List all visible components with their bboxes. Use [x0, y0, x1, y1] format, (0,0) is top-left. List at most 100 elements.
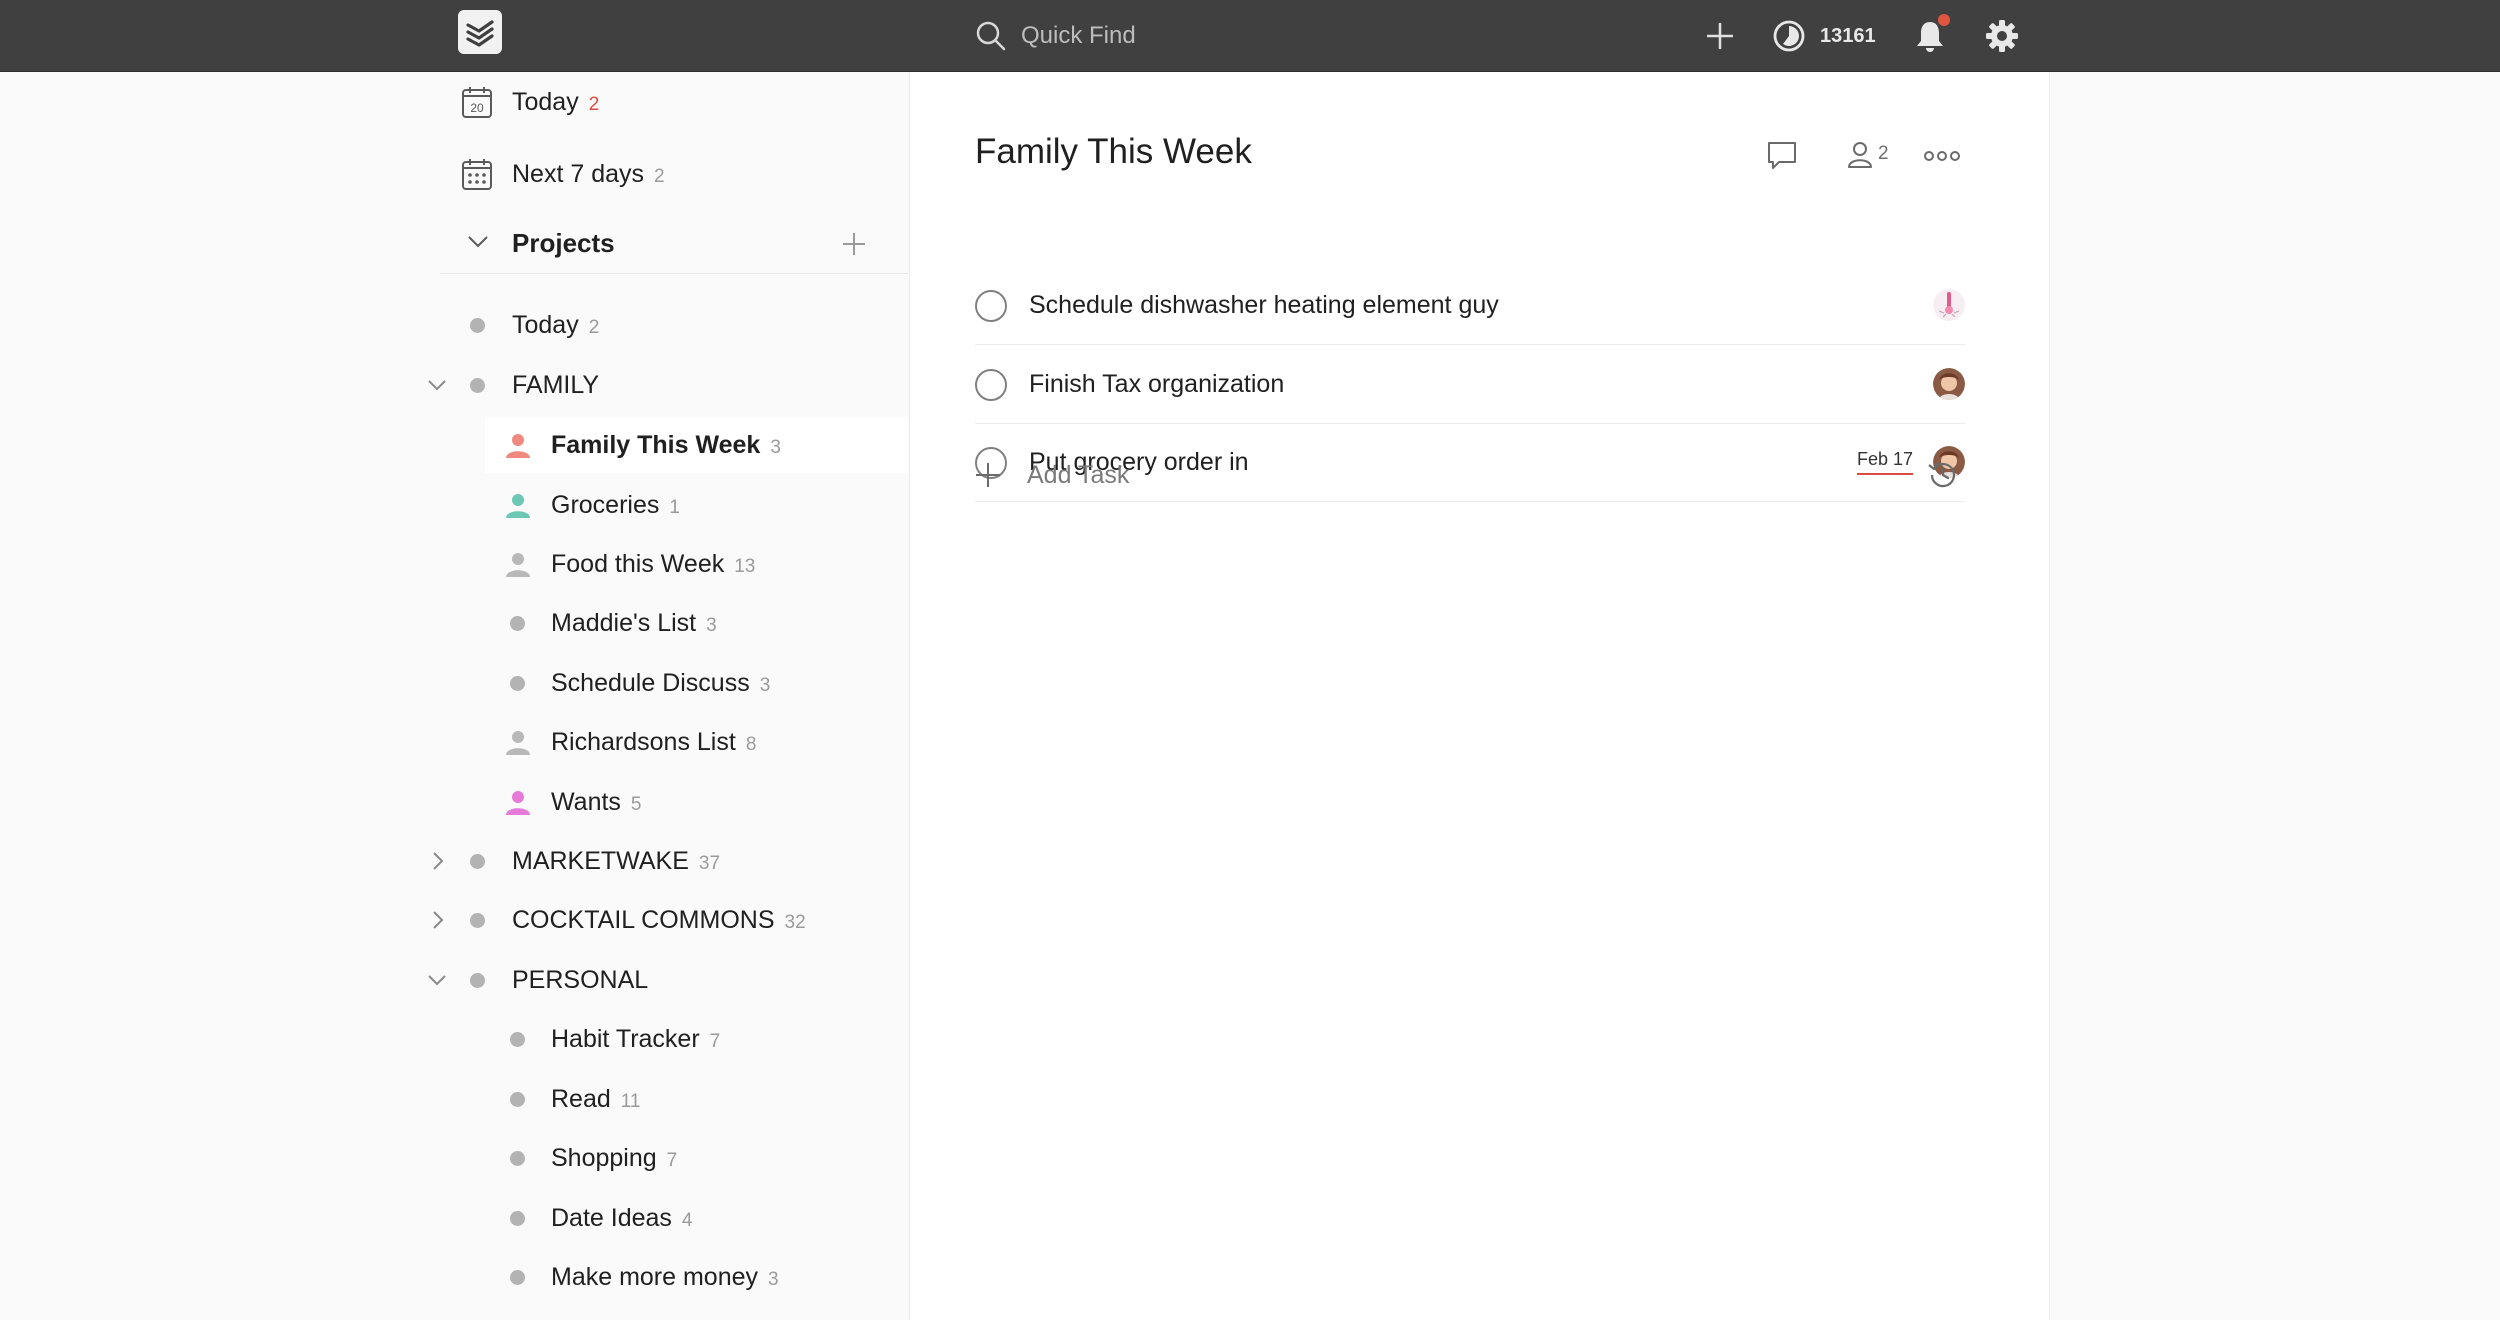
- project-read[interactable]: Read 11: [485, 1071, 965, 1127]
- karma-icon: [1773, 20, 1805, 52]
- project-wants[interactable]: Wants 5: [485, 774, 965, 830]
- project-label: Date Ideas: [551, 1203, 672, 1232]
- project-cocktail-commons[interactable]: COCKTAIL COMMONS 32: [440, 892, 920, 948]
- project-shopping[interactable]: Shopping 7: [485, 1130, 965, 1186]
- filter-today-label: Today: [512, 87, 579, 116]
- due-date[interactable]: Feb 17: [1856, 449, 1913, 475]
- project-make-more-money[interactable]: Make more money 3: [485, 1249, 965, 1305]
- project-count: 7: [709, 1031, 721, 1052]
- search-icon: [976, 21, 1006, 51]
- karma-count: 13161: [1820, 24, 1876, 47]
- task-content[interactable]: Schedule dishwasher heating element guy: [1029, 291, 1499, 320]
- project-family-this-week[interactable]: Family This Week 3: [485, 417, 908, 473]
- person-icon: [505, 432, 531, 458]
- project-dot: [510, 1031, 525, 1047]
- notifications-button[interactable]: [1910, 14, 1950, 58]
- projects-title: Projects: [512, 228, 615, 258]
- project-personal[interactable]: PERSONAL: [440, 952, 920, 1008]
- comment-icon: [1768, 142, 1796, 169]
- project-richardsons-list[interactable]: Richardsons List 8: [485, 714, 965, 770]
- project-label: Read: [551, 1084, 611, 1113]
- karma-button[interactable]: 13161: [1772, 14, 1876, 58]
- person-icon: [505, 729, 531, 755]
- calendar-icon: 20: [460, 84, 494, 120]
- project-count: 3: [759, 675, 771, 696]
- filter-next-7-days-count: 2: [654, 166, 665, 187]
- more-actions-button[interactable]: [1924, 150, 1960, 162]
- project-dot: [510, 1269, 525, 1285]
- project-count: 4: [681, 1210, 693, 1231]
- project-count: 3: [770, 437, 781, 458]
- history-icon: [1928, 462, 1956, 488]
- project-dot: [510, 675, 525, 691]
- activity-history-button[interactable]: [1920, 452, 1966, 498]
- project-count: 32: [784, 912, 806, 933]
- project-count: 3: [706, 615, 717, 636]
- sidebar: 20 Today 2 Next 7 days 2 Projects Today …: [0, 72, 910, 1320]
- project-label: Schedule Discuss: [551, 668, 750, 697]
- plus-icon: [843, 233, 865, 255]
- notification-badge: [1938, 14, 1950, 26]
- project-label: FAMILY: [512, 370, 600, 399]
- filter-today[interactable]: 20 Today 2: [440, 74, 908, 130]
- project-dot: [510, 1150, 525, 1166]
- project-schedule-discuss[interactable]: Schedule Discuss 3: [485, 655, 965, 711]
- project-label: Make more money: [551, 1262, 759, 1291]
- project-today[interactable]: Today 2: [440, 297, 920, 353]
- members-button[interactable]: 2: [1846, 140, 1889, 168]
- project-label: Today: [512, 310, 579, 339]
- filter-next-7-days[interactable]: Next 7 days 2: [440, 146, 908, 202]
- project-dot: [510, 1091, 525, 1107]
- project-dot: [470, 972, 485, 988]
- project-habit-tracker[interactable]: Habit Tracker 7: [485, 1011, 965, 1067]
- project-count: 13: [734, 556, 756, 577]
- add-task-quick-button[interactable]: [1700, 14, 1740, 58]
- project-label: Groceries: [551, 490, 660, 519]
- more-icon: [1924, 151, 1960, 161]
- project-maddies-list[interactable]: Maddie's List 3: [485, 595, 965, 651]
- task-item[interactable]: Finish Tax organization: [975, 346, 1965, 424]
- assignee-avatar[interactable]: [1933, 289, 1965, 321]
- project-dot: [470, 853, 485, 869]
- filter-today-count: 2: [588, 94, 600, 115]
- project-groceries[interactable]: Groceries 1: [485, 477, 965, 533]
- plus-icon: [976, 463, 1000, 487]
- projects-header[interactable]: Projects: [440, 212, 908, 274]
- main-content: Family This Week 2 Schedule dishwasher h…: [910, 72, 2050, 1320]
- project-count: 7: [666, 1150, 678, 1171]
- add-task-label: Add Task: [1027, 460, 1130, 489]
- project-count: 1: [669, 497, 680, 518]
- project-food-this-week[interactable]: Food this Week 13: [485, 536, 965, 592]
- project-marketwake[interactable]: MARKETWAKE 37: [440, 833, 920, 889]
- project-dot: [510, 615, 525, 631]
- add-project-button[interactable]: [840, 230, 868, 258]
- project-family[interactable]: FAMILY: [440, 357, 920, 413]
- task-checkbox[interactable]: [975, 289, 1007, 322]
- plus-icon: [1707, 23, 1733, 49]
- project-label: Family This Week: [551, 430, 761, 459]
- task-content[interactable]: Finish Tax organization: [1029, 370, 1284, 399]
- project-count: 2: [588, 317, 600, 338]
- project-dot: [470, 317, 485, 333]
- task-item[interactable]: Schedule dishwasher heating element guy: [975, 267, 1965, 345]
- quick-find[interactable]: [975, 16, 1535, 56]
- calendar-week-icon: [460, 156, 494, 192]
- filter-next-7-days-label: Next 7 days: [512, 159, 645, 188]
- settings-button[interactable]: [1982, 14, 2022, 58]
- task-checkbox[interactable]: [975, 368, 1007, 401]
- project-count: 11: [620, 1091, 641, 1112]
- assignee-avatar[interactable]: [1933, 368, 1965, 400]
- todoist-logo-icon[interactable]: [458, 10, 502, 54]
- chevron-down-icon[interactable]: [464, 228, 492, 256]
- comments-button[interactable]: [1766, 140, 1798, 170]
- project-count: 5: [630, 794, 642, 815]
- project-label: COCKTAIL COMMONS: [512, 905, 775, 934]
- project-date-ideas[interactable]: Date Ideas 4: [485, 1190, 965, 1246]
- project-label: Food this Week: [551, 549, 725, 578]
- page-title: Family This Week: [975, 132, 1252, 171]
- person-icon: [505, 789, 531, 815]
- search-input[interactable]: [1021, 22, 1501, 50]
- add-task-button[interactable]: Add Task: [975, 452, 1129, 498]
- project-dot: [470, 377, 485, 393]
- members-count: 2: [1878, 143, 1889, 164]
